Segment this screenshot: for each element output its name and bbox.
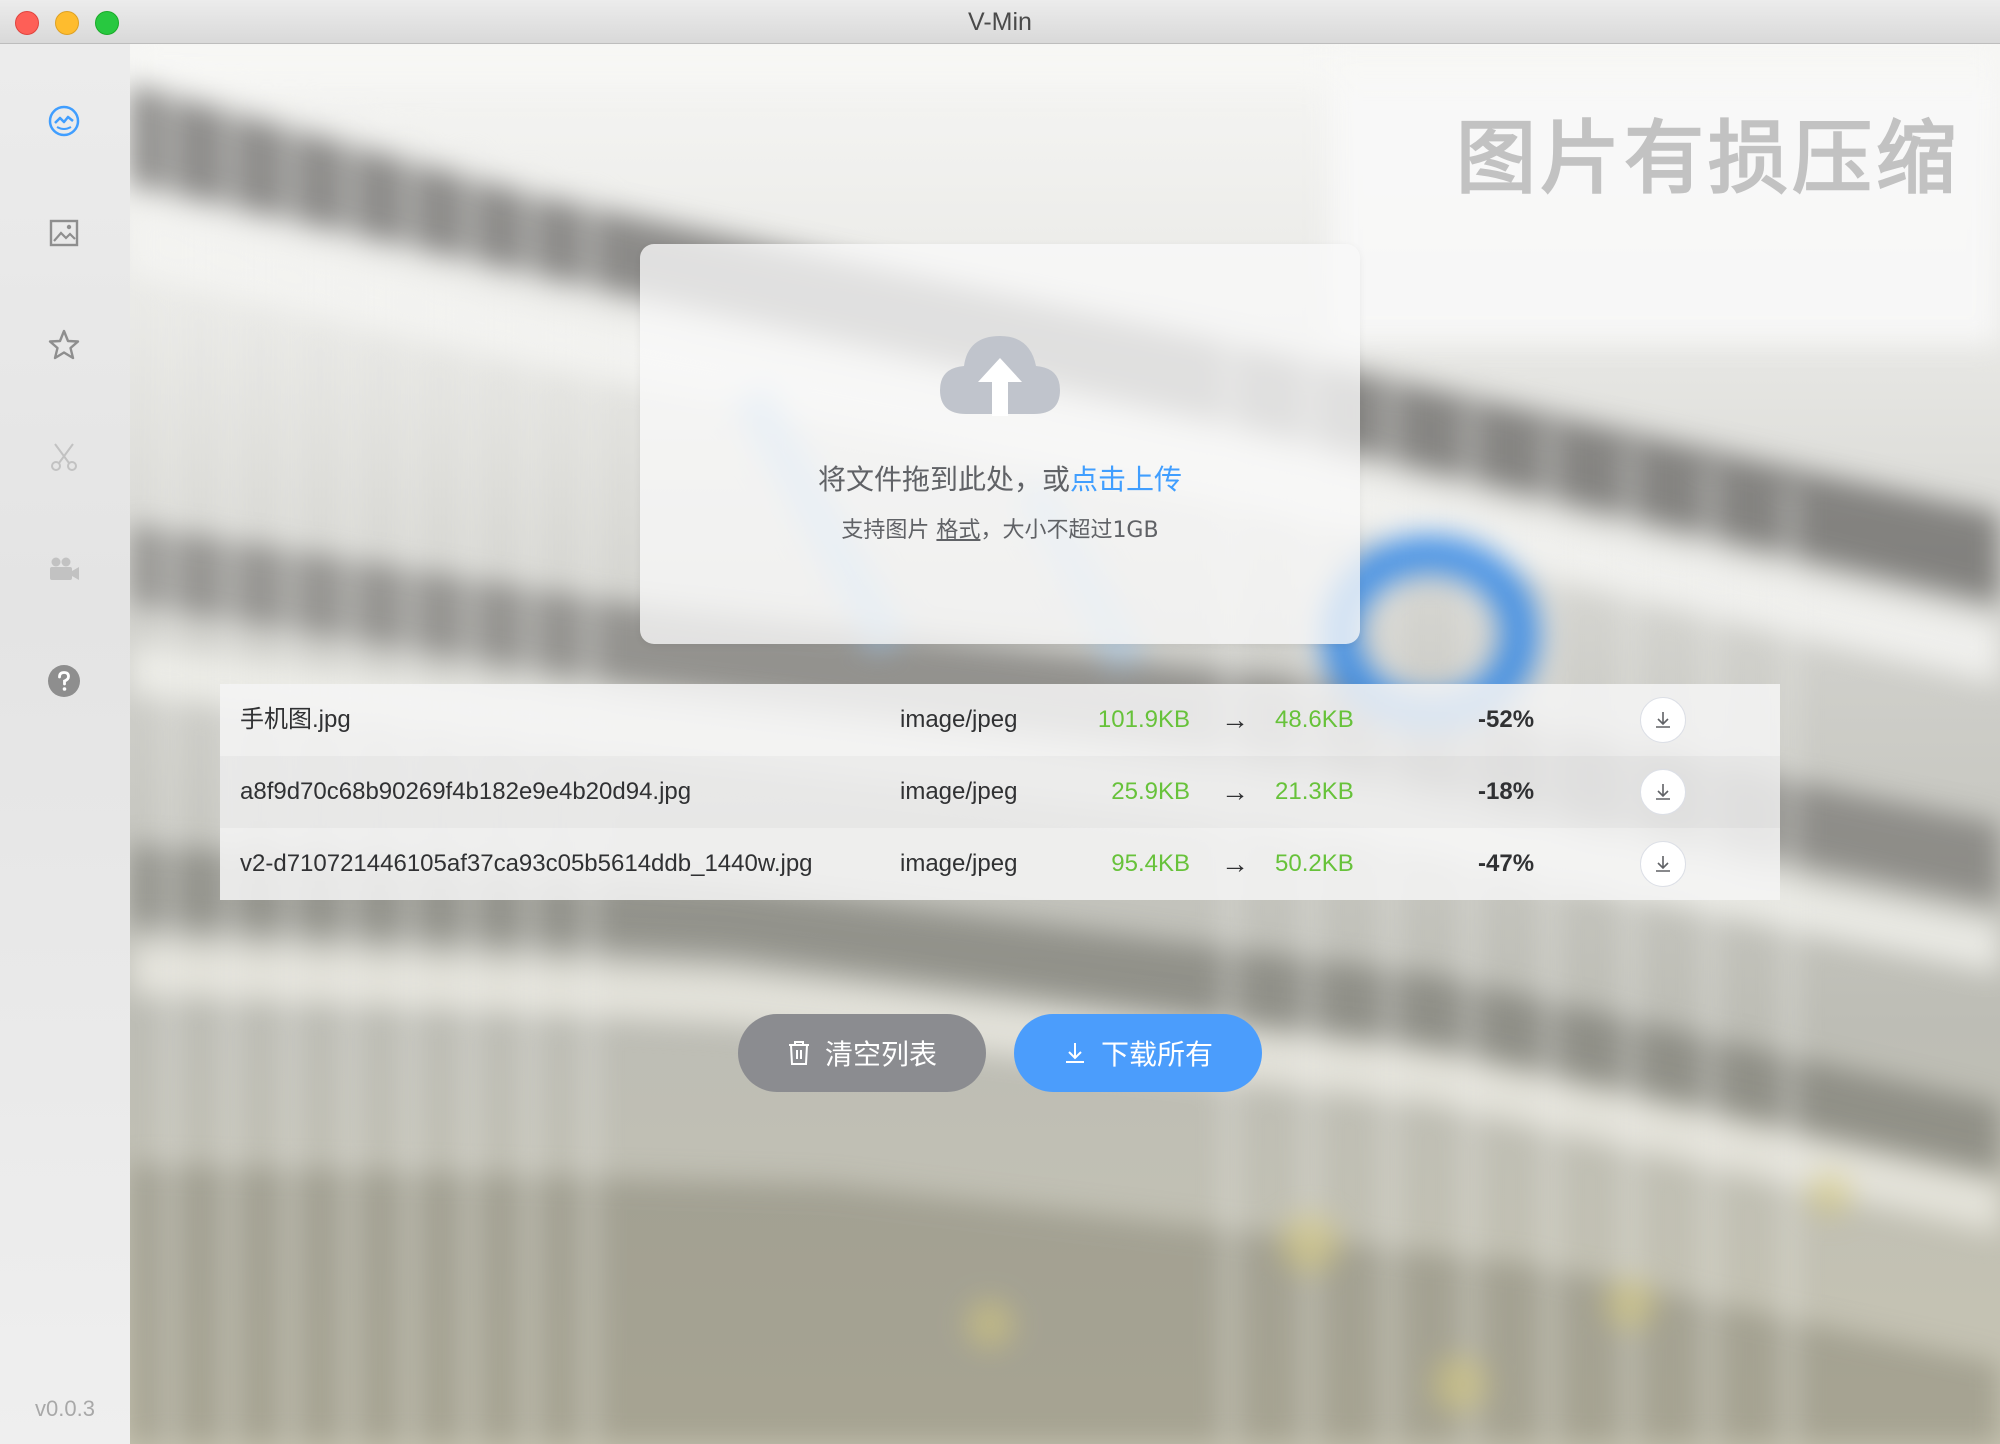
download-icon xyxy=(1656,712,1670,728)
sidebar-item-favorites[interactable] xyxy=(41,322,87,368)
star-icon xyxy=(48,329,80,360)
version-label: v0.0.3 xyxy=(35,1396,95,1421)
file-type: image/jpeg xyxy=(900,778,1018,805)
compressed-size: 50.2KB xyxy=(1275,850,1354,877)
window-title: V-Min xyxy=(968,8,1032,36)
file-name: v2-d710721446105af37ca93c05b5614ddb_1440… xyxy=(240,850,813,877)
sidebar-item-compress[interactable] xyxy=(41,98,87,144)
app-window: V-Min v0.0.3 图片有损压缩 将文件拖到此处，或点击上传 支持图片 格… xyxy=(0,0,2000,1444)
upload-hint: 支持图片 格式，大小不超过1GB xyxy=(640,512,1360,544)
sidebar-item-help[interactable] xyxy=(41,658,87,704)
main-content: 图片有损压缩 将文件拖到此处，或点击上传 支持图片 格式，大小不超过1GB 手机… xyxy=(130,44,2000,1444)
page-title: 图片有损压缩 xyxy=(1456,112,1960,205)
download-icon xyxy=(1656,784,1670,800)
download-file-button[interactable] xyxy=(1640,769,1686,815)
trash-icon xyxy=(788,1041,809,1065)
download-icon xyxy=(1656,856,1670,872)
file-type: image/jpeg xyxy=(900,706,1018,733)
reduction-percent: -47% xyxy=(1478,850,1535,877)
original-size: 95.4KB xyxy=(1111,850,1190,877)
file-name: 手机图.jpg xyxy=(240,706,351,733)
download-file-button[interactable] xyxy=(1640,841,1686,887)
upload-dropzone[interactable]: 将文件拖到此处，或点击上传 支持图片 格式，大小不超过1GB xyxy=(640,244,1360,644)
clear-list-label: 清空列表 xyxy=(824,1038,937,1071)
download-all-button[interactable]: 下载所有 xyxy=(1014,1014,1262,1092)
arrow-right-icon: → xyxy=(1221,704,1249,735)
compressed-size: 21.3KB xyxy=(1275,778,1354,805)
table-row: 手机图.jpg image/jpeg 101.9KB → 48.6KB -52% xyxy=(220,684,1780,756)
cloud-upload-icon xyxy=(940,336,1060,416)
format-link[interactable]: 格式 xyxy=(936,518,980,543)
image-icon xyxy=(49,219,79,247)
clear-list-button[interactable]: 清空列表 xyxy=(738,1014,986,1092)
help-icon xyxy=(48,665,80,697)
sidebar-item-image[interactable] xyxy=(41,210,87,256)
original-size: 25.9KB xyxy=(1111,778,1190,805)
download-all-label: 下载所有 xyxy=(1100,1038,1213,1071)
arrow-right-icon: → xyxy=(1221,848,1249,879)
file-type: image/jpeg xyxy=(900,850,1018,877)
file-list: 手机图.jpg image/jpeg 101.9KB → 48.6KB -52%… xyxy=(220,684,1780,900)
download-icon xyxy=(1065,1043,1084,1063)
file-name: a8f9d70c68b90269f4b182e9e4b20d94.jpg xyxy=(240,778,692,805)
sidebar: v0.0.3 xyxy=(0,44,130,1444)
sidebar-item-video[interactable] xyxy=(41,546,87,592)
video-camera-icon xyxy=(50,557,79,580)
reduction-percent: -18% xyxy=(1478,778,1535,805)
compressed-size: 48.6KB xyxy=(1275,706,1354,733)
original-size: 101.9KB xyxy=(1097,706,1190,733)
upload-hint-suffix: ，大小不超过1GB xyxy=(980,518,1159,543)
table-row: v2-d710721446105af37ca93c05b5614ddb_1440… xyxy=(220,828,1780,900)
upload-prompt: 将文件拖到此处，或点击上传 xyxy=(640,458,1360,498)
reduction-percent: -52% xyxy=(1478,706,1535,733)
upload-prompt-text: 将文件拖到此处，或 xyxy=(817,463,1070,496)
sidebar-item-cut[interactable] xyxy=(41,434,87,480)
title-bar: V-Min xyxy=(0,0,2000,44)
arrow-right-icon: → xyxy=(1221,776,1249,807)
upload-hint-prefix: 支持图片 xyxy=(841,518,930,543)
scissors-icon xyxy=(51,443,77,471)
table-row: a8f9d70c68b90269f4b182e9e4b20d94.jpg ima… xyxy=(220,756,1780,828)
compress-icon xyxy=(48,105,80,137)
click-upload-link[interactable]: 点击上传 xyxy=(1070,463,1182,496)
download-file-button[interactable] xyxy=(1640,697,1686,743)
